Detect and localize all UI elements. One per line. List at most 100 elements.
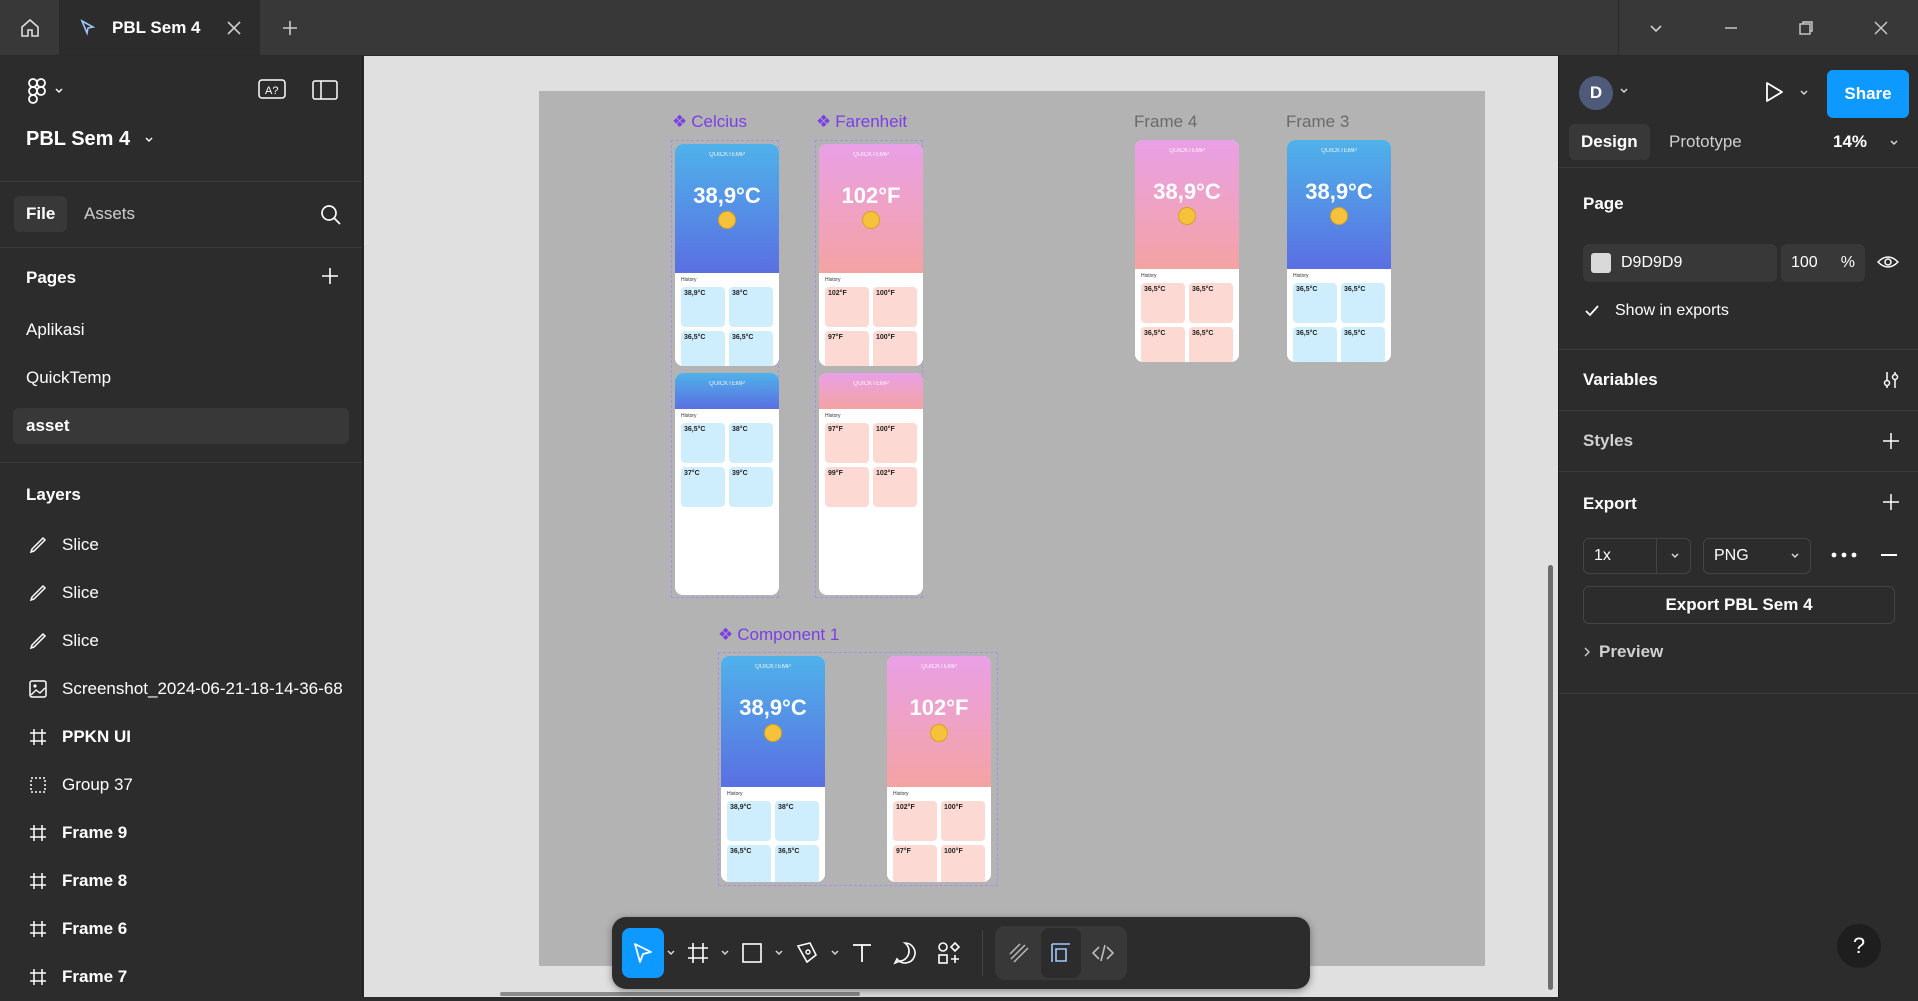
add-page-button[interactable] [320, 266, 340, 286]
phone-frame[interactable]: QUICKTEMP 38,9°C History 38,9°C 38°C 36,… [675, 144, 779, 366]
tabs-menu-button[interactable] [1618, 0, 1693, 55]
tab-design[interactable]: Design [1569, 124, 1650, 160]
present-menu[interactable] [1799, 88, 1809, 98]
history-card: 38,9°C [681, 286, 725, 327]
design-mode-button[interactable] [1041, 928, 1081, 978]
vertical-scrollbar[interactable] [1548, 565, 1553, 990]
layer-item[interactable]: Frame 6 [0, 905, 362, 953]
canvas[interactable]: ❖ Celcius ❖ Farenheit Frame 4 Frame 3 ❖ Com… [364, 56, 1558, 997]
plus-icon [283, 20, 297, 35]
page-fill-input[interactable]: D9D9D9 [1583, 244, 1777, 282]
frame-tool[interactable] [678, 928, 718, 978]
checkmark-icon [1583, 302, 1601, 320]
pen-tool-menu[interactable] [830, 948, 840, 958]
phone-hero: QUICKTEMP [675, 373, 779, 409]
minimize-icon [1724, 26, 1737, 29]
restore-button[interactable] [1768, 0, 1843, 55]
share-button[interactable]: Share [1827, 70, 1909, 118]
ai-text-button[interactable]: A? [258, 78, 286, 100]
add-export-button[interactable] [1881, 492, 1901, 512]
frame-label-frame4[interactable]: Frame 4 [1134, 112, 1197, 132]
tab-prototype[interactable]: Prototype [1669, 132, 1742, 152]
shape-tool-menu[interactable] [774, 948, 784, 958]
present-button[interactable] [1763, 80, 1785, 104]
export-settings-button[interactable] [1831, 552, 1857, 558]
toggle-sidebar-button[interactable] [312, 80, 338, 100]
history-title: History [893, 791, 909, 798]
move-tool[interactable] [622, 928, 664, 978]
comment-tool[interactable] [884, 928, 926, 978]
project-title[interactable]: PBL Sem 4 [26, 128, 154, 151]
app-name: QUICKTEMP [921, 664, 957, 670]
avatar-menu[interactable] [1619, 86, 1629, 96]
component-label-celcius[interactable]: ❖ Celcius [672, 112, 747, 132]
file-tab[interactable]: PBL Sem 4 [60, 0, 260, 55]
export-button[interactable]: Export PBL Sem 4 [1583, 586, 1895, 624]
avatar[interactable]: D [1579, 76, 1613, 110]
component-label-farenheit[interactable]: ❖ Farenheit [816, 112, 907, 132]
zoom-menu[interactable] [1889, 138, 1899, 148]
layer-item[interactable]: Slice [0, 569, 362, 617]
horizontal-scrollbar[interactable] [500, 992, 860, 996]
dev-mode-button[interactable] [1083, 928, 1123, 978]
layer-item[interactable]: Screenshot_2024-06-21-18-14-36-68 [0, 665, 362, 713]
frame3[interactable]: QUICKTEMP 38,9°C History 36,5°C 36,5°C 3… [1287, 140, 1391, 362]
tab-file[interactable]: File [14, 196, 68, 232]
close-window-button[interactable] [1843, 0, 1918, 55]
actions-tool[interactable] [928, 928, 970, 978]
history-card: 100°F [873, 286, 917, 327]
layer-item[interactable]: Frame 8 [0, 857, 362, 905]
component1-variant-farenheit[interactable]: QUICKTEMP 102°F History 102°F 100°F 97°F… [887, 656, 991, 882]
text-tool[interactable] [842, 928, 882, 978]
main-menu-button[interactable] [26, 78, 64, 104]
search-button[interactable] [320, 204, 342, 226]
new-tab-button[interactable] [260, 0, 320, 55]
more-icon [1831, 552, 1857, 558]
variables-settings-button[interactable] [1881, 370, 1901, 390]
history-card: 100°F [941, 801, 985, 842]
frame-icon [28, 967, 48, 987]
layer-item[interactable]: Slice [0, 521, 362, 569]
export-format-select[interactable]: PNG [1703, 538, 1811, 574]
frame4[interactable]: QUICKTEMP 38,9°C History 36,5°C 36,5°C 3… [1135, 140, 1239, 362]
layer-item[interactable]: Frame 9 [0, 809, 362, 857]
layer-label: Slice [62, 583, 99, 602]
phone-frame-history[interactable]: QUICKTEMP History 97°F 100°F 99°F 102°F [819, 373, 923, 595]
page-item-asset[interactable]: asset [13, 408, 349, 444]
layer-item[interactable]: Group 37 [0, 761, 362, 809]
app-name: QUICKTEMP [755, 664, 791, 670]
home-button[interactable] [0, 0, 60, 55]
layer-item[interactable]: Slice [0, 617, 362, 665]
frame-label-frame3[interactable]: Frame 3 [1286, 112, 1349, 132]
page-item-aplikasi[interactable]: Aplikasi [0, 306, 362, 354]
temperature: 102°F [841, 182, 901, 208]
remove-export-button[interactable] [1881, 554, 1897, 556]
component-label-component1[interactable]: ❖ Component 1 [718, 625, 839, 645]
left-tabs: File Assets [0, 182, 362, 248]
close-tab-icon[interactable] [226, 20, 242, 36]
preview-toggle[interactable]: Preview [1583, 642, 1663, 662]
fill-opacity-input[interactable]: 100 % [1781, 244, 1865, 282]
help-button[interactable]: ? [1837, 924, 1881, 968]
component1-variant-celcius[interactable]: QUICKTEMP 38,9°C History 38,9°C 38°C 36,… [721, 656, 825, 882]
tab-assets[interactable]: Assets [84, 204, 135, 224]
export-scale-select[interactable]: 1x [1583, 538, 1691, 574]
page-item-quicktemp[interactable]: QuickTemp [0, 354, 362, 402]
phone-frame[interactable]: QUICKTEMP 102°F History 102°F 100°F 97°F… [819, 144, 923, 366]
toggle-visibility-button[interactable] [1877, 254, 1899, 270]
chevron-down-icon [775, 950, 783, 955]
minimize-button[interactable] [1693, 0, 1768, 55]
rectangle-tool[interactable] [732, 928, 772, 978]
color-swatch[interactable] [1591, 253, 1611, 273]
frame-tool-menu[interactable] [720, 948, 730, 958]
phone-frame-history[interactable]: QUICKTEMP History 36,5°C 38°C 37°C 39°C [675, 373, 779, 595]
show-in-exports-checkbox[interactable]: Show in exports [1583, 302, 1729, 320]
layer-label: Frame 6 [62, 919, 128, 938]
layer-item[interactable]: PPKN UI [0, 713, 362, 761]
draw-mode-button[interactable] [999, 928, 1039, 978]
layer-item[interactable]: Frame 7 [0, 953, 362, 1001]
move-tool-menu[interactable] [666, 948, 676, 958]
pen-tool[interactable] [786, 928, 828, 978]
zoom-level[interactable]: 14% [1833, 132, 1867, 152]
add-style-button[interactable] [1881, 431, 1901, 451]
